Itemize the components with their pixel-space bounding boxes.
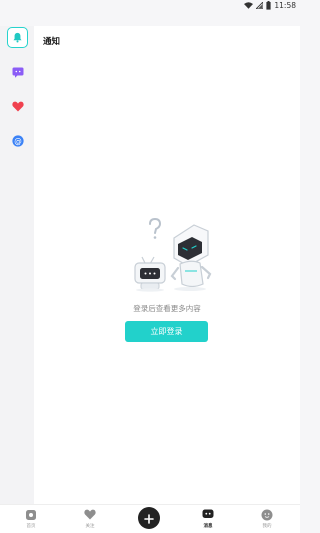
notifications-panel: 通知 登录后查看更多内容 立即登录 <box>34 26 300 504</box>
status-bar: 11:58 <box>0 0 300 14</box>
heart-icon <box>11 101 24 112</box>
tab-follow[interactable]: 关注 <box>70 508 110 529</box>
battery-icon <box>266 1 271 10</box>
home-icon <box>25 508 38 521</box>
rail-item-likes[interactable] <box>7 96 28 117</box>
heart-icon <box>84 508 97 521</box>
tab-label-profile: 我的 <box>262 524 272 529</box>
signal-icon <box>256 2 264 9</box>
rail-item-mentions[interactable]: @ <box>7 130 28 151</box>
empty-state-robots-illustration <box>132 217 222 293</box>
plus-icon <box>144 509 154 528</box>
rail-item-notifications[interactable] <box>7 27 28 48</box>
side-rail: @ <box>0 26 34 504</box>
login-button[interactable]: 立即登录 <box>125 321 208 342</box>
rail-item-messages[interactable] <box>7 62 28 83</box>
tab-profile[interactable]: 我的 <box>247 508 287 529</box>
profile-icon <box>261 508 274 521</box>
bottom-tab-bar: 首页 关注 消息 我的 <box>0 504 300 533</box>
status-indicators: 11:58 <box>244 1 296 10</box>
status-time: 11:58 <box>274 1 296 10</box>
empty-state-text: 登录后查看更多内容 <box>133 304 201 313</box>
publish-button[interactable] <box>138 507 160 529</box>
tab-label-follow: 关注 <box>85 524 95 529</box>
message-icon <box>12 67 24 78</box>
tab-home[interactable]: 首页 <box>11 508 51 529</box>
wifi-icon <box>244 2 254 9</box>
tab-messages[interactable]: 消息 <box>188 508 228 529</box>
svg-text:@: @ <box>14 136 22 145</box>
at-icon: @ <box>11 134 24 147</box>
bell-icon <box>12 32 23 43</box>
tab-label-home: 首页 <box>26 524 36 529</box>
page-title: 通知 <box>43 37 61 47</box>
message-icon <box>202 508 215 521</box>
tab-label-messages: 消息 <box>203 524 213 529</box>
